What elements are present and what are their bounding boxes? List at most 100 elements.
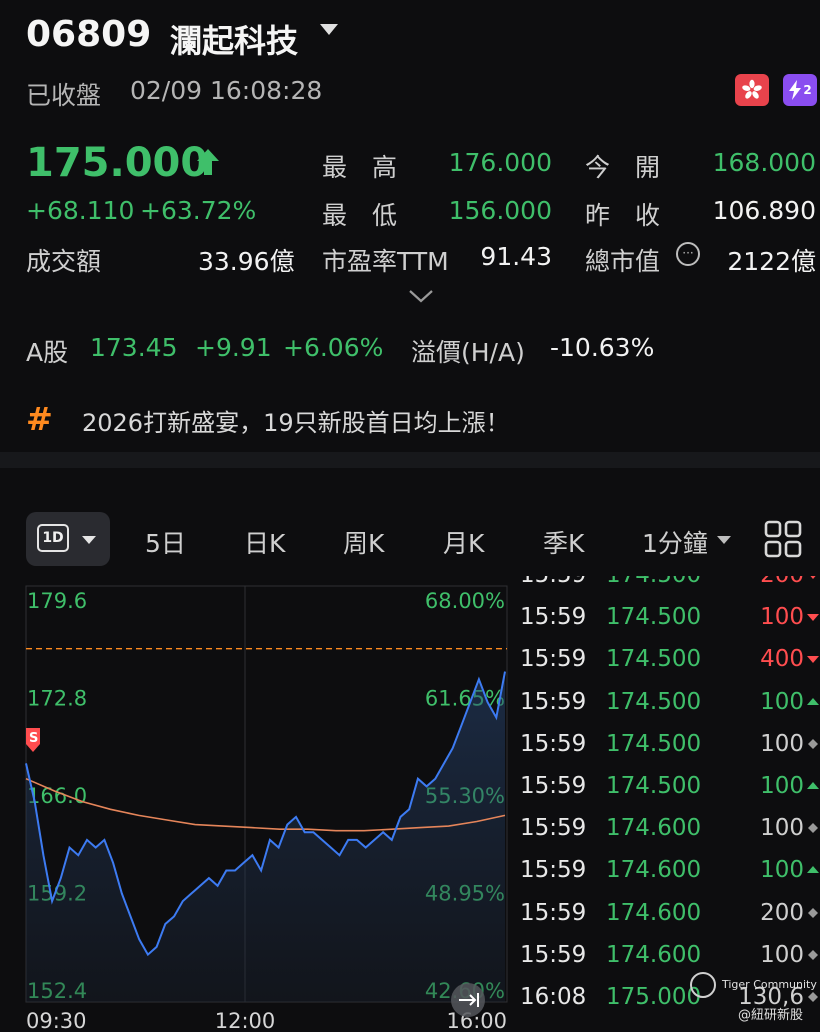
tick-volume: 100	[760, 604, 804, 631]
tab-1d-caret-icon[interactable]	[82, 536, 96, 544]
tick-up-arrow-icon	[807, 866, 819, 874]
sell-marker-label: S	[29, 731, 38, 746]
tick-down-arrow-icon	[807, 656, 819, 664]
list-item: 15:59 174.500 100	[520, 689, 820, 731]
level2-label: 2	[803, 83, 812, 97]
watermark-author: @紐研新股	[738, 1008, 804, 1023]
x-tick-label: 09:30	[26, 1009, 87, 1032]
news-headline-link[interactable]: 2026打新盛宴，19只新股首日均上漲！	[82, 403, 510, 438]
layout-grid-icon[interactable]	[764, 520, 802, 562]
tick-price: 174.600	[606, 941, 702, 968]
tick-time: 15:59	[520, 576, 586, 588]
a-share-change: +9.91	[195, 333, 272, 362]
tick-neutral-diamond-icon	[808, 823, 818, 834]
tick-price: 174.500	[606, 688, 702, 715]
tick-volume: 400	[760, 646, 804, 673]
last-price: 175.000	[26, 140, 209, 186]
tab-quarter-k[interactable]: 季K	[543, 524, 584, 560]
market-cap-value: 2122億	[727, 247, 816, 276]
list-item: 15:59 174.500 400	[520, 646, 820, 688]
tick-neutral-diamond-icon	[808, 738, 818, 749]
price-up-arrow-icon	[196, 148, 220, 180]
x-tick-label: 12:00	[215, 1009, 276, 1032]
price-area-fill	[26, 671, 505, 1002]
tick-price: 174.500	[606, 730, 702, 757]
a-share-price: 173.45	[90, 333, 178, 362]
market-cap-info-icon[interactable]: ···	[676, 242, 700, 266]
tick-volume: 100	[760, 815, 804, 842]
tick-volume: 100	[760, 941, 804, 968]
tab-month-k[interactable]: 月K	[443, 524, 484, 560]
tick-down-arrow-icon	[810, 576, 816, 579]
trade-ticks-list[interactable]: 15:59 174.500 200 15:59 174.500 100 15:59 174.5…	[520, 576, 820, 1032]
tick-price: 174.600	[606, 857, 702, 884]
y-left-tick-label: 172.8	[27, 687, 87, 711]
stock-name[interactable]: 瀾起科技	[170, 16, 298, 62]
intraday-chart[interactable]: 179.6172.8166.0159.2152.4 68.00%61.65%55…	[0, 576, 520, 1032]
tick-down-arrow-icon	[807, 614, 819, 622]
stock-code: 06809	[26, 14, 152, 55]
low-value: 156.000	[448, 196, 552, 225]
tick-time: 15:59	[520, 730, 587, 757]
list-item: 15:59 174.600 100	[520, 857, 820, 899]
tab-day-k[interactable]: 日K	[244, 524, 285, 560]
tick-price: 174.600	[606, 899, 702, 926]
x-axis: 09:30 12:00 16:00	[26, 1009, 507, 1032]
tick-volume: 200	[760, 576, 804, 588]
hk-flag-icon[interactable]	[735, 74, 769, 106]
stock-switch-caret-icon[interactable]	[320, 24, 338, 35]
tick-time: 16:08	[520, 984, 587, 1010]
tick-price: 174.500	[606, 604, 702, 631]
level2-bolt-icon[interactable]: 2	[783, 74, 817, 106]
tiger-logo-icon	[690, 972, 716, 998]
prev-close-value: 106.890	[712, 196, 816, 225]
tab-1-minute-caret-icon[interactable]	[717, 536, 731, 544]
tick-volume: 200	[760, 899, 804, 926]
tick-up-arrow-icon	[807, 782, 819, 789]
tick-time: 15:59	[520, 857, 587, 884]
tick-price: 174.600	[606, 815, 702, 842]
y-right-tick-label: 61.65%	[425, 687, 505, 711]
tab-1-minute[interactable]: 1分鐘	[642, 524, 708, 560]
tick-time: 15:59	[520, 688, 587, 715]
premium-value: -10.63%	[550, 333, 655, 362]
y-left-tick-label: 179.6	[27, 589, 87, 613]
watermark: Tiger Community @紐研新股	[690, 972, 818, 1026]
tick-time: 15:59	[520, 646, 587, 673]
jump-to-latest-button[interactable]	[451, 983, 485, 1017]
tick-time: 15:59	[520, 773, 587, 799]
tab-5d[interactable]: 5日	[145, 524, 186, 560]
quote-datetime: 02/09 16:08:28	[130, 76, 323, 105]
tick-time: 15:59	[520, 899, 587, 926]
turnover-label: 成交額	[26, 247, 102, 276]
pe-ttm-label: 市盈率TTM	[322, 247, 449, 276]
high-label: 最 高	[322, 153, 398, 182]
tick-volume: 100	[760, 688, 804, 715]
low-label: 最 低	[322, 201, 398, 230]
list-item: 15:59 174.500 100	[520, 604, 820, 646]
a-share-change-pct: +6.06%	[283, 333, 384, 362]
high-value: 176.000	[448, 148, 552, 177]
expand-quote-chevron-icon[interactable]	[408, 288, 434, 308]
open-value: 168.000	[712, 148, 816, 177]
a-share-label[interactable]: A股	[26, 333, 68, 369]
tick-price: 174.500	[606, 773, 702, 799]
tick-neutral-diamond-icon	[808, 949, 818, 960]
prev-close-label: 昨 收	[585, 201, 661, 230]
tab-1d-label[interactable]: 1D	[37, 524, 69, 552]
tick-time: 15:59	[520, 604, 587, 631]
list-item: 15:59 174.500 200	[520, 576, 820, 604]
list-item: 15:59 174.500 100	[520, 773, 820, 815]
section-divider	[0, 452, 820, 468]
premium-label: 溢價(H/A)	[411, 338, 525, 367]
list-item: 15:59 174.500 100	[520, 731, 820, 773]
tab-week-k[interactable]: 周K	[343, 524, 384, 560]
tick-neutral-diamond-icon	[808, 907, 818, 918]
tick-time: 15:59	[520, 815, 587, 842]
tick-volume: 100	[760, 857, 804, 884]
price-change-pct: +63.72%	[140, 196, 257, 225]
tick-price: 174.500	[606, 576, 701, 588]
list-item: 15:59 174.600 200	[520, 900, 820, 942]
tick-time: 15:59	[520, 941, 587, 968]
sell-marker[interactable]: S	[26, 728, 40, 752]
